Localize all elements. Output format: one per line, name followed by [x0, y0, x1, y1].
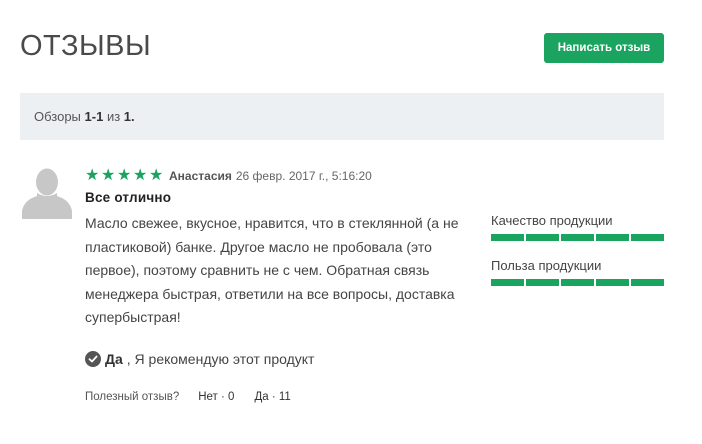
check-circle-icon — [85, 351, 101, 367]
rating-segment — [526, 234, 559, 241]
rating-quality: Качество продукции — [491, 213, 664, 241]
review-title: Все отлично — [85, 190, 172, 205]
rating-label: Польза продукции — [491, 258, 602, 273]
rating-bar — [491, 234, 664, 241]
rating-segment — [491, 279, 524, 286]
rating-segment — [631, 234, 664, 241]
vote-no-button[interactable]: Нет · 0 — [198, 391, 234, 403]
rating-segment — [491, 234, 524, 241]
summary-total: 1. — [123, 109, 135, 124]
page-title: ОТЗЫВЫ — [20, 30, 152, 62]
rating-segment — [631, 279, 664, 286]
reviews-summary: Обзоры 1-1 из 1. — [20, 93, 664, 140]
review-stars: ★ ★ ★ ★ ★ — [85, 168, 165, 184]
star-icon: ★ — [133, 167, 148, 184]
star-icon: ★ — [117, 167, 132, 184]
rating-benefit: Польза продукции — [491, 258, 664, 286]
review-date: 26 февр. 2017 г., 5:16:20 — [235, 169, 372, 183]
rating-segment — [561, 279, 594, 286]
summary-prefix: Обзоры — [34, 109, 81, 124]
star-icon: ★ — [85, 167, 100, 184]
summary-of: из — [106, 109, 121, 124]
review-author: Анастасия — [169, 169, 232, 183]
helpful-question: Полезный отзыв? — [85, 391, 180, 403]
review-item: ★ ★ ★ ★ ★ Анастасия 26 февр. 2017 г., 5:… — [85, 166, 475, 330]
recommend-text: , Я рекомендую этот продукт — [126, 351, 315, 367]
avatar-placeholder-icon — [22, 165, 72, 219]
review-body: Масло свежее, вкусное, нравится, что в с… — [85, 215, 459, 326]
write-review-button[interactable]: Написать отзыв — [544, 33, 664, 63]
summary-range: 1-1 — [84, 109, 104, 124]
rating-segment — [596, 234, 629, 241]
vote-yes-button[interactable]: Да · 11 — [254, 391, 290, 403]
helpful-votes: Полезный отзыв? Нет · 0 Да · 11 — [85, 391, 311, 403]
rating-bar — [491, 279, 664, 286]
recommendation: Да , Я рекомендую этот продукт — [85, 351, 314, 367]
rating-segment — [561, 234, 594, 241]
rating-segment — [526, 279, 559, 286]
review-meta: ★ ★ ★ ★ ★ Анастасия 26 февр. 2017 г., 5:… — [85, 166, 475, 186]
rating-segment — [596, 279, 629, 286]
product-ratings: Качество продукции Польза продукции — [491, 213, 664, 303]
star-icon: ★ — [149, 167, 164, 184]
rating-label: Качество продукции — [491, 213, 613, 228]
recommend-yes: Да — [105, 351, 123, 367]
star-icon: ★ — [101, 167, 116, 184]
